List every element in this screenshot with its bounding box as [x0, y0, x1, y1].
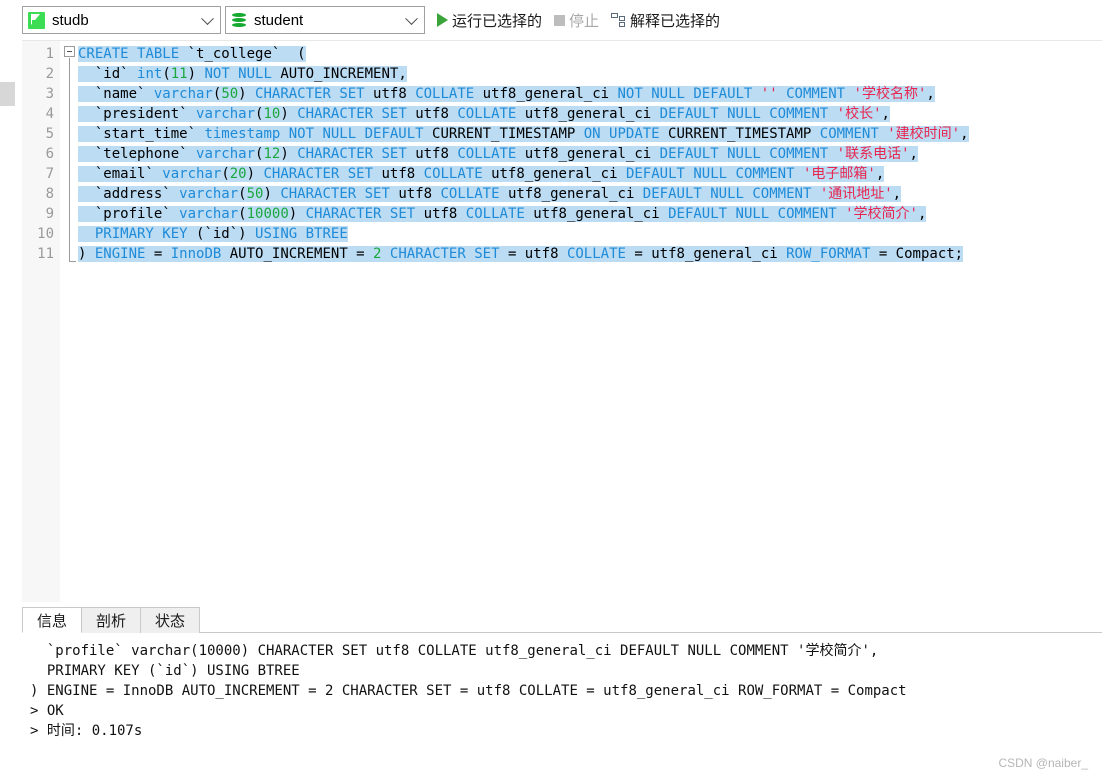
code-line[interactable]: `address` varchar(50) CHARACTER SET utf8…	[78, 184, 902, 204]
code-line[interactable]: `id` int(11) NOT NULL AUTO_INCREMENT,	[78, 64, 407, 84]
sql-editor-window: studb student 运行已选择的 停止 解释已选择的 1 2 3 4 5 6 7 8 9…	[0, 0, 1102, 777]
line-number: 1	[45, 46, 54, 62]
sql-editor[interactable]: 1 2 3 4 5 6 7 8 9 10 11 CREATE TABLE `t_college` (…	[22, 40, 1102, 602]
output-line: > OK	[30, 703, 64, 719]
stop-label: 停止	[569, 12, 600, 30]
code-line[interactable]: PRIMARY KEY (`id`) USING BTREE	[78, 224, 348, 244]
stop-icon	[554, 14, 566, 26]
output-line: PRIMARY KEY (`id`) USING BTREE	[30, 663, 300, 679]
output-console[interactable]: `profile` varchar(10000) CHARACTER SET u…	[22, 633, 1102, 777]
chevron-down-icon[interactable]	[405, 12, 418, 26]
selected-text: `start_time` timestamp NOT NULL DEFAULT …	[78, 126, 969, 142]
database-icon	[231, 12, 247, 29]
schema-value: student	[254, 11, 304, 29]
output-line: ) ENGINE = InnoDB AUTO_INCREMENT = 2 CHA…	[30, 683, 907, 699]
line-number: 4	[45, 106, 54, 122]
selected-text: `president` varchar(10) CHARACTER SET ut…	[78, 106, 890, 122]
selected-text: `telephone` varchar(12) CHARACTER SET ut…	[78, 146, 918, 162]
selected-text: `id` int(11) NOT NULL AUTO_INCREMENT,	[78, 66, 407, 82]
stop-button[interactable]: 停止	[554, 10, 599, 31]
code-line[interactable]: `profile` varchar(10000) CHARACTER SET u…	[78, 204, 927, 224]
code-line[interactable]: `start_time` timestamp NOT NULL DEFAULT …	[78, 124, 969, 144]
selected-text: CREATE TABLE `t_college` (	[78, 46, 306, 62]
explain-icon	[611, 13, 626, 27]
code-folding-gutter[interactable]	[60, 41, 78, 602]
line-number-gutter: 1 2 3 4 5 6 7 8 9 10 11	[22, 41, 60, 602]
selected-text: `name` varchar(50) CHARACTER SET utf8 CO…	[78, 86, 935, 102]
code-line[interactable]: CREATE TABLE `t_college` (	[78, 44, 306, 64]
code-line[interactable]: `name` varchar(50) CHARACTER SET utf8 CO…	[78, 84, 935, 104]
output-line: > 时间: 0.107s	[30, 723, 143, 739]
play-icon	[437, 13, 448, 27]
fold-range-line	[69, 58, 70, 262]
run-selected-button[interactable]: 运行已选择的	[437, 10, 542, 31]
explain-selected-button[interactable]: 解释已选择的	[611, 10, 720, 31]
fold-collapse-icon[interactable]	[64, 46, 75, 57]
selected-text: PRIMARY KEY (`id`) USING BTREE	[78, 226, 348, 242]
code-line[interactable]: `president` varchar(10) CHARACTER SET ut…	[78, 104, 890, 124]
line-number: 9	[45, 206, 54, 222]
explain-selected-label: 解释已选择的	[630, 12, 721, 30]
output-line: `profile` varchar(10000) CHARACTER SET u…	[30, 643, 879, 659]
code-line[interactable]: `email` varchar(20) CHARACTER SET utf8 C…	[78, 164, 885, 184]
line-number: 3	[45, 86, 54, 102]
selected-text: `profile` varchar(10000) CHARACTER SET u…	[78, 206, 927, 222]
chevron-down-icon[interactable]	[201, 12, 214, 26]
connection-dropdown[interactable]: studb	[22, 6, 221, 34]
toolbar: studb student 运行已选择的 停止 解释已选择的	[0, 0, 1102, 40]
results-tab[interactable]: 状态	[140, 607, 201, 633]
line-number: 6	[45, 146, 54, 162]
code-content[interactable]: CREATE TABLE `t_college` ( `id` int(11) …	[78, 41, 1102, 602]
connection-value: studb	[52, 11, 89, 29]
line-number: 8	[45, 186, 54, 202]
mysql-connection-icon	[28, 11, 45, 29]
left-splitter-thumb[interactable]	[0, 82, 15, 106]
code-line[interactable]: ) ENGINE = InnoDB AUTO_INCREMENT = 2 CHA…	[78, 244, 964, 264]
fold-range-end	[69, 261, 76, 262]
schema-dropdown[interactable]: student	[225, 6, 425, 34]
watermark: CSDN @naiber_	[998, 756, 1088, 770]
selected-text: `address` varchar(50) CHARACTER SET utf8…	[78, 186, 902, 202]
selected-text: `email` varchar(20) CHARACTER SET utf8 C…	[78, 166, 885, 182]
line-number: 5	[45, 126, 54, 142]
line-number: 2	[45, 66, 54, 82]
selected-text: ) ENGINE = InnoDB AUTO_INCREMENT = 2 CHA…	[78, 246, 964, 262]
line-number: 11	[37, 246, 54, 262]
line-number: 10	[37, 226, 54, 242]
results-tabstrip: 信息 剖析 状态	[22, 606, 1102, 633]
results-tab[interactable]: 信息	[22, 607, 83, 633]
results-tab[interactable]: 剖析	[81, 607, 142, 633]
line-number: 7	[45, 166, 54, 182]
code-line[interactable]: `telephone` varchar(12) CHARACTER SET ut…	[78, 144, 918, 164]
results-panel: 信息 剖析 状态 `profile` varchar(10000) CHARACTE…	[22, 606, 1102, 777]
run-selected-label: 运行已选择的	[452, 12, 543, 30]
